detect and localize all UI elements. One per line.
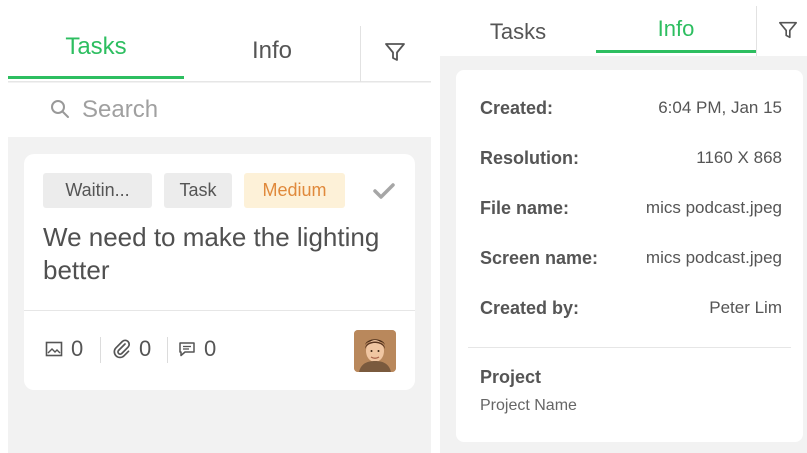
info-key: Resolution: [480,148,579,168]
divider [100,337,101,363]
tasks-panel: Tasks Info Waitin... Task Medium We need… [8,0,431,453]
info-row-file-name: File name: mics podcast.jpeg [480,198,782,222]
info-row-resolution: Resolution: 1160 X 868 [480,148,782,172]
tab-info[interactable]: Info [596,16,756,42]
info-key: Created: [480,98,554,118]
tab-tasks[interactable]: Tasks [8,33,184,73]
image-icon [45,341,63,357]
info-divider [468,347,791,348]
divider [360,26,361,82]
status-badge[interactable]: Waitin... [43,173,152,208]
active-tab-indicator [596,50,756,53]
task-card[interactable]: Waitin... Task Medium We need to make th… [24,154,415,390]
info-value: Peter Lim [709,298,782,317]
info-value: 1160 X 868 [696,148,782,167]
info-value: 6:04 PM, Jan 15 [658,98,782,117]
divider [756,6,757,56]
task-title: We need to make the lighting better [43,222,380,285]
divider [167,337,168,363]
info-row-screen-name: Screen name: mics podcast.jpeg [480,248,782,272]
attachment-count: 0 [113,334,151,364]
attachment-count-value: 0 [139,336,152,361]
info-row-created: Created: 6:04 PM, Jan 15 [480,98,782,122]
app-root: Tasks Info Waitin... Task Medium We need… [0,0,807,453]
checkmark-icon[interactable] [373,182,395,200]
info-key: File name: [480,198,570,218]
type-badge[interactable]: Task [164,173,232,208]
image-count-value: 0 [71,336,84,361]
tab-info[interactable]: Info [184,37,360,77]
tab-bar: Tasks Info [440,0,807,56]
comment-count-value: 0 [204,336,217,361]
priority-badge[interactable]: Medium [244,173,345,208]
paperclip-icon [113,339,131,359]
info-value: mics podcast.jpeg [645,248,782,267]
project-label: Project [480,367,542,387]
info-value: mics podcast.jpeg [645,198,782,217]
image-count: 0 [45,334,83,364]
tab-tasks[interactable]: Tasks [440,19,596,45]
comment-count: 0 [178,334,216,364]
search-input[interactable] [82,93,402,127]
card-divider [24,310,415,311]
filter-icon[interactable] [778,20,798,40]
filter-icon[interactable] [384,41,406,63]
info-card: Created: 6:04 PM, Jan 15 Resolution: 116… [456,70,803,442]
search-icon [51,100,69,118]
info-row-created-by: Created by: Peter Lim [480,298,782,322]
avatar[interactable] [354,330,396,372]
active-tab-indicator [8,76,184,79]
comment-icon [179,341,195,356]
search-bar [8,83,431,137]
info-key: Screen name: [480,248,599,268]
info-key: Created by: [480,298,580,318]
info-panel: Tasks Info Created: 6:04 PM, Jan 15 Reso… [440,0,807,453]
tab-bar: Tasks Info [8,0,431,82]
project-name[interactable]: Project Name [480,397,577,415]
